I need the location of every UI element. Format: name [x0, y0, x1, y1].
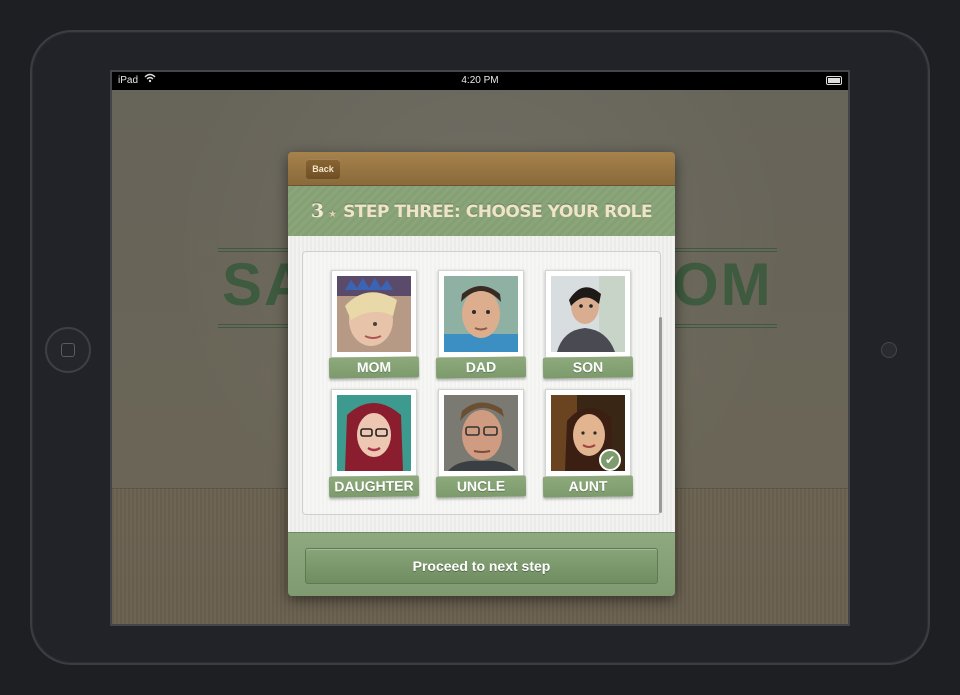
uncle-photo	[444, 395, 518, 471]
dialog-header: Back	[288, 152, 675, 186]
step-title-band: 3 ★ STEP THREE: CHOOSE YOUR ROLE	[288, 186, 675, 236]
role-card-aunt[interactable]: ✔ AUNT	[542, 389, 634, 500]
photo-frame	[545, 270, 631, 358]
step-title: STEP THREE: CHOOSE YOUR ROLE	[343, 202, 653, 222]
role-label: AUNT	[542, 475, 634, 498]
role-card-dad[interactable]: DAD	[435, 270, 527, 381]
photo-frame: ✔	[545, 389, 631, 477]
role-label: UNCLE	[435, 475, 527, 498]
son-photo	[551, 276, 625, 352]
role-card-mom[interactable]: MOM	[328, 270, 420, 381]
choose-role-dialog: Back 3 ★ STEP THREE: CHOOSE YOUR ROLE MO…	[288, 152, 675, 596]
role-label: SON	[542, 356, 634, 379]
photo-frame	[331, 270, 417, 358]
role-label: DAUGHTER	[328, 475, 420, 498]
app-background: SA OM Back 3 ★ STEP THREE: CHOOSE YOUR ROL…	[112, 90, 848, 624]
photo-frame	[438, 270, 524, 358]
role-selection-area: MOM DAD SON DAUGHTER UNCLE ✔ AUNT	[288, 236, 675, 532]
role-card-uncle[interactable]: UNCLE	[435, 389, 527, 500]
clock: 4:20 PM	[461, 75, 499, 86]
photo-frame	[438, 389, 524, 477]
dialog-footer: Proceed to next step	[288, 532, 675, 596]
back-button[interactable]: Back	[306, 159, 340, 179]
daughter-photo	[337, 395, 411, 471]
ipad-screen: iPad 4:20 PM SA OM Back 3 ★ STEP THREE: CH…	[110, 70, 850, 626]
status-bar: iPad 4:20 PM	[112, 72, 848, 90]
photo-frame	[331, 389, 417, 477]
home-button[interactable]	[45, 327, 91, 373]
battery-icon	[826, 76, 842, 85]
role-grid[interactable]: MOM DAD SON DAUGHTER UNCLE ✔ AUNT	[302, 251, 662, 515]
mom-photo	[337, 276, 411, 352]
grid-scrollbar[interactable]	[659, 317, 662, 513]
role-label: MOM	[328, 356, 420, 379]
role-label: DAD	[435, 356, 527, 379]
step-number: 3	[310, 200, 325, 222]
dad-photo	[444, 276, 518, 352]
background-logo-right: OM	[672, 248, 777, 328]
front-camera	[881, 342, 897, 358]
role-card-daughter[interactable]: DAUGHTER	[328, 389, 420, 500]
selected-check-icon: ✔	[599, 449, 621, 471]
proceed-button[interactable]: Proceed to next step	[305, 548, 658, 584]
role-card-son[interactable]: SON	[542, 270, 634, 381]
star-icon: ★	[328, 209, 338, 220]
